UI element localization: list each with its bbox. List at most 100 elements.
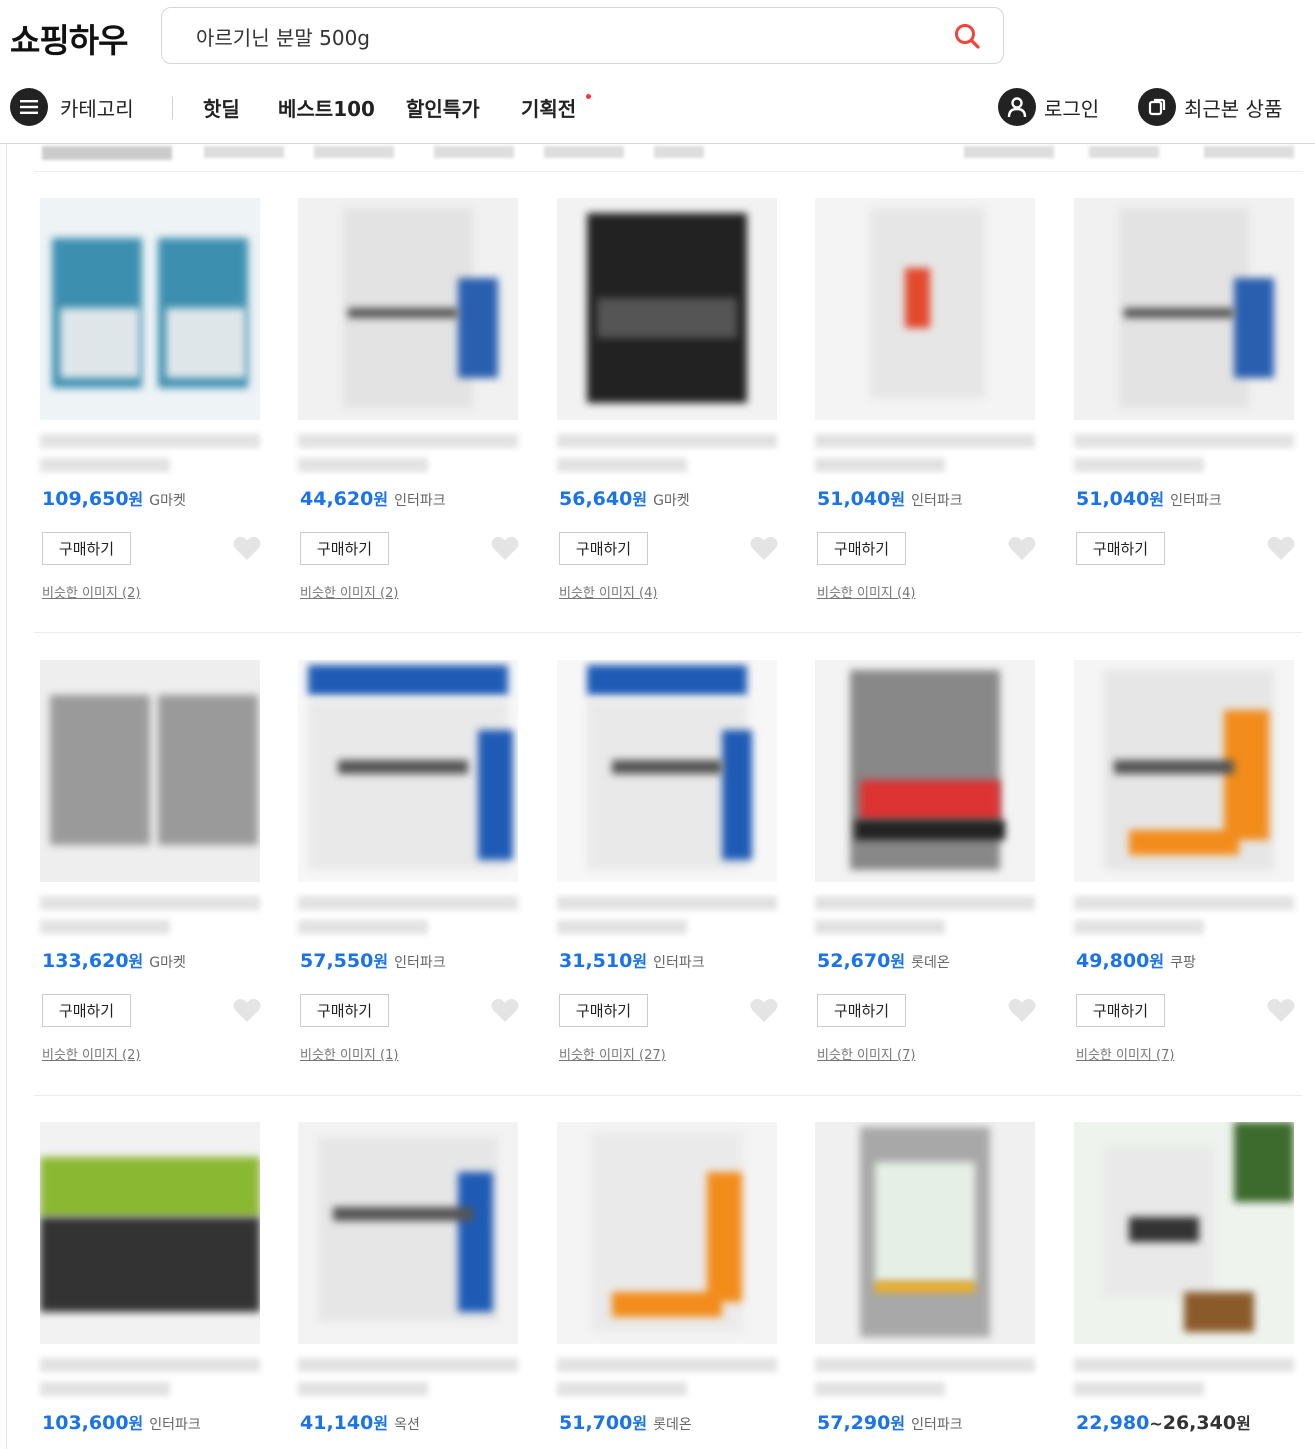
login-button[interactable]: 로그인 — [998, 88, 1099, 126]
product-price: 51,700 — [559, 1412, 633, 1434]
product-title-blurred[interactable] — [557, 1354, 777, 1402]
product-image[interactable] — [557, 1122, 777, 1344]
product-image[interactable] — [815, 1122, 1035, 1344]
title-line — [298, 434, 518, 448]
product-image[interactable] — [815, 198, 1035, 420]
seller-name[interactable]: G마켓 — [149, 955, 186, 971]
product-image[interactable] — [1074, 1122, 1294, 1344]
category-button[interactable]: 카테고리 — [10, 88, 134, 126]
title-line — [298, 1358, 518, 1372]
product-image[interactable] — [40, 1122, 260, 1344]
similar-images-link[interactable]: 비슷한 이미지 (2) — [42, 1044, 140, 1063]
similar-images-link[interactable]: 비슷한 이미지 (4) — [559, 582, 657, 601]
search-icon[interactable] — [953, 22, 981, 50]
nav-link-best100[interactable]: 베스트100 — [278, 93, 375, 122]
search-box[interactable] — [161, 7, 1004, 64]
seller-name[interactable]: 인터파크 — [394, 493, 446, 509]
product-image[interactable] — [557, 198, 777, 420]
nav-link-special[interactable]: 기획전 — [521, 93, 576, 122]
price-currency: 원 — [128, 1414, 144, 1433]
product-title-blurred[interactable] — [1074, 892, 1294, 940]
heart-icon[interactable] — [491, 535, 519, 561]
product-image[interactable] — [40, 660, 260, 882]
product-image[interactable] — [815, 660, 1035, 882]
seller-name[interactable]: 인터파크 — [911, 493, 963, 509]
recent-products-button[interactable]: 최근본 상품 — [1138, 88, 1282, 126]
similar-images-link[interactable]: 비슷한 이미지 (27) — [559, 1044, 666, 1063]
seller-name[interactable]: 롯데온 — [911, 955, 950, 971]
buy-button[interactable]: 구매하기 — [42, 994, 131, 1027]
buy-button[interactable]: 구매하기 — [300, 994, 389, 1027]
product-image[interactable] — [298, 1122, 518, 1344]
product-title-blurred[interactable] — [298, 430, 518, 478]
seller-name[interactable]: 인터파크 — [911, 1417, 963, 1433]
seller-name[interactable]: G마켓 — [149, 493, 186, 509]
price-line: 51,040원 인터파크 — [817, 486, 963, 510]
product-title-blurred[interactable] — [815, 892, 1035, 940]
thumb-shape — [1234, 278, 1274, 378]
buy-button[interactable]: 구매하기 — [1076, 532, 1165, 565]
similar-images-link[interactable]: 비슷한 이미지 (2) — [42, 582, 140, 601]
similar-images-link[interactable]: 비슷한 이미지 (7) — [1076, 1044, 1174, 1063]
buy-button[interactable]: 구매하기 — [42, 532, 131, 565]
thumb-shape — [860, 780, 1000, 820]
product-title-blurred[interactable] — [40, 892, 260, 940]
product-title-blurred[interactable] — [1074, 430, 1294, 478]
buy-button[interactable]: 구매하기 — [300, 532, 389, 565]
heart-icon[interactable] — [1267, 535, 1295, 561]
similar-images-link[interactable]: 비슷한 이미지 (4) — [817, 582, 915, 601]
product-title-blurred[interactable] — [1074, 1354, 1294, 1402]
heart-icon[interactable] — [750, 535, 778, 561]
product-image[interactable] — [1074, 198, 1294, 420]
title-line — [557, 434, 777, 448]
seller-name[interactable]: 롯데온 — [653, 1417, 692, 1433]
similar-images-link[interactable]: 비슷한 이미지 (2) — [300, 582, 398, 601]
heart-icon[interactable] — [1008, 997, 1036, 1023]
title-line — [557, 920, 687, 934]
similar-images-link[interactable]: 비슷한 이미지 (1) — [300, 1044, 398, 1063]
product-image[interactable] — [1074, 660, 1294, 882]
product-title-blurred[interactable] — [815, 1354, 1035, 1402]
product-image[interactable] — [298, 660, 518, 882]
seller-name[interactable]: 인터파크 — [653, 955, 705, 971]
product-title-blurred[interactable] — [815, 430, 1035, 478]
buy-button[interactable]: 구매하기 — [817, 994, 906, 1027]
product-title-blurred[interactable] — [298, 1354, 518, 1402]
similar-images-link[interactable]: 비슷한 이미지 (7) — [817, 1044, 915, 1063]
heart-icon[interactable] — [233, 997, 261, 1023]
heart-icon[interactable] — [491, 997, 519, 1023]
nav-link-sale[interactable]: 할인특가 — [406, 93, 480, 122]
title-line — [815, 1358, 1035, 1372]
product-image[interactable] — [298, 198, 518, 420]
seller-name[interactable]: 인터파크 — [394, 955, 446, 971]
heart-icon[interactable] — [750, 997, 778, 1023]
seller-name[interactable]: 인터파크 — [149, 1417, 201, 1433]
title-line — [298, 1382, 428, 1396]
seller-name[interactable]: 인터파크 — [1170, 493, 1222, 509]
seller-name[interactable]: 쿠팡 — [1170, 955, 1196, 971]
product-image[interactable] — [40, 198, 260, 420]
product-title-blurred[interactable] — [40, 430, 260, 478]
buy-button[interactable]: 구매하기 — [1076, 994, 1165, 1027]
thumb-shape — [905, 268, 930, 328]
product-title-blurred[interactable] — [298, 892, 518, 940]
product-price: 133,620 — [42, 950, 129, 972]
heart-icon[interactable] — [1267, 997, 1295, 1023]
product-image[interactable] — [557, 660, 777, 882]
heart-icon[interactable] — [1008, 535, 1036, 561]
search-input[interactable] — [196, 21, 936, 51]
product-title-blurred[interactable] — [557, 892, 777, 940]
seller-name[interactable]: G마켓 — [653, 493, 690, 509]
sort-blurred-6 — [654, 146, 704, 158]
product-title-blurred[interactable] — [557, 430, 777, 478]
site-logo[interactable]: 쇼핑하우 — [10, 14, 128, 62]
buy-button[interactable]: 구매하기 — [559, 994, 648, 1027]
product-title-blurred[interactable] — [40, 1354, 260, 1402]
nav-link-hotdeal[interactable]: 핫딜 — [203, 93, 240, 122]
category-label: 카테고리 — [60, 96, 134, 121]
buy-button[interactable]: 구매하기 — [559, 532, 648, 565]
thumb-shape — [40, 1217, 260, 1312]
buy-button[interactable]: 구매하기 — [817, 532, 906, 565]
seller-name[interactable]: 옥션 — [394, 1417, 420, 1433]
heart-icon[interactable] — [233, 535, 261, 561]
